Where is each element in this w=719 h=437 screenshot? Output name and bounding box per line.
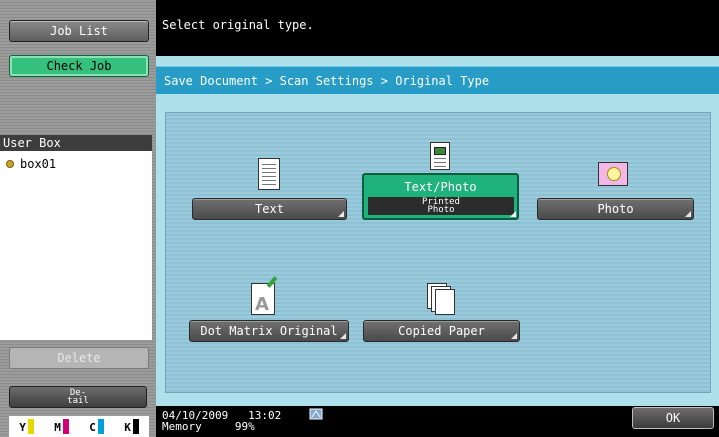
delete-button[interactable]: Delete [9, 347, 149, 369]
breadcrumb: Save Document > Scan Settings > Original… [156, 66, 719, 94]
toner-black-bar [132, 419, 139, 434]
toner-black-label: K [124, 421, 131, 434]
memory-value: 99% [234, 420, 255, 433]
toner-magenta-label: M [54, 421, 61, 434]
user-box-item[interactable]: box01 [0, 151, 152, 177]
user-box-icon [6, 160, 14, 168]
ok-button[interactable]: OK [632, 407, 714, 429]
check-job-button[interactable]: Check Job [9, 55, 149, 77]
photo-button-label: Photo [597, 202, 634, 216]
text-photo-button-label: Text/Photo [404, 180, 477, 194]
photo-button[interactable]: Photo [537, 198, 694, 220]
text-button-label: Text [255, 202, 284, 216]
left-panel: Job List Check Job User Box box01 Delete… [0, 0, 156, 437]
text-photo-sub-line2: Photo [427, 205, 455, 215]
copied-paper-button[interactable]: Copied Paper [363, 320, 520, 342]
memory-label: Memory [162, 420, 202, 433]
text-photo-button[interactable]: Text/Photo Printed Photo [362, 173, 519, 220]
photo-icon [598, 162, 628, 186]
toner-level-indicator: Y M C K [9, 416, 149, 437]
copied-paper-button-label: Copied Paper [398, 324, 485, 338]
user-box-header: User Box [0, 135, 152, 151]
job-list-button[interactable]: Job List [9, 20, 149, 42]
dot-matrix-icon: A [251, 276, 278, 315]
toner-magenta-bar [62, 419, 69, 434]
toner-yellow-label: Y [19, 421, 26, 434]
detail-label-line2: tail [67, 396, 89, 406]
toner-cyan-label: C [89, 421, 96, 434]
toner-black: K [124, 419, 139, 434]
detail-button[interactable]: De- tail [9, 386, 147, 408]
toner-cyan-bar [97, 419, 104, 434]
user-box-list [0, 177, 152, 340]
toner-yellow-bar [27, 419, 34, 434]
toner-magenta: M [54, 419, 69, 434]
status-bar: 04/10/2009 13:02 Memory 99% OK [156, 406, 719, 437]
toner-cyan: C [89, 419, 104, 434]
network-icon [309, 408, 323, 420]
dot-matrix-original-button[interactable]: Dot Matrix Original [189, 320, 349, 342]
text-photo-document-icon [430, 142, 450, 170]
copied-paper-icon [427, 283, 457, 315]
text-photo-sub-label: Printed Photo [368, 197, 514, 215]
user-box-item-label: box01 [20, 157, 57, 171]
text-button[interactable]: Text [192, 198, 347, 220]
date-time-memory: 04/10/2009 13:02 Memory 99% [162, 410, 281, 432]
text-document-icon [258, 158, 280, 190]
dot-matrix-original-button-label: Dot Matrix Original [200, 324, 338, 338]
instruction-message: Select original type. [162, 18, 314, 32]
toner-yellow: Y [19, 419, 34, 434]
main-panel: Save Document > Scan Settings > Original… [156, 56, 719, 406]
